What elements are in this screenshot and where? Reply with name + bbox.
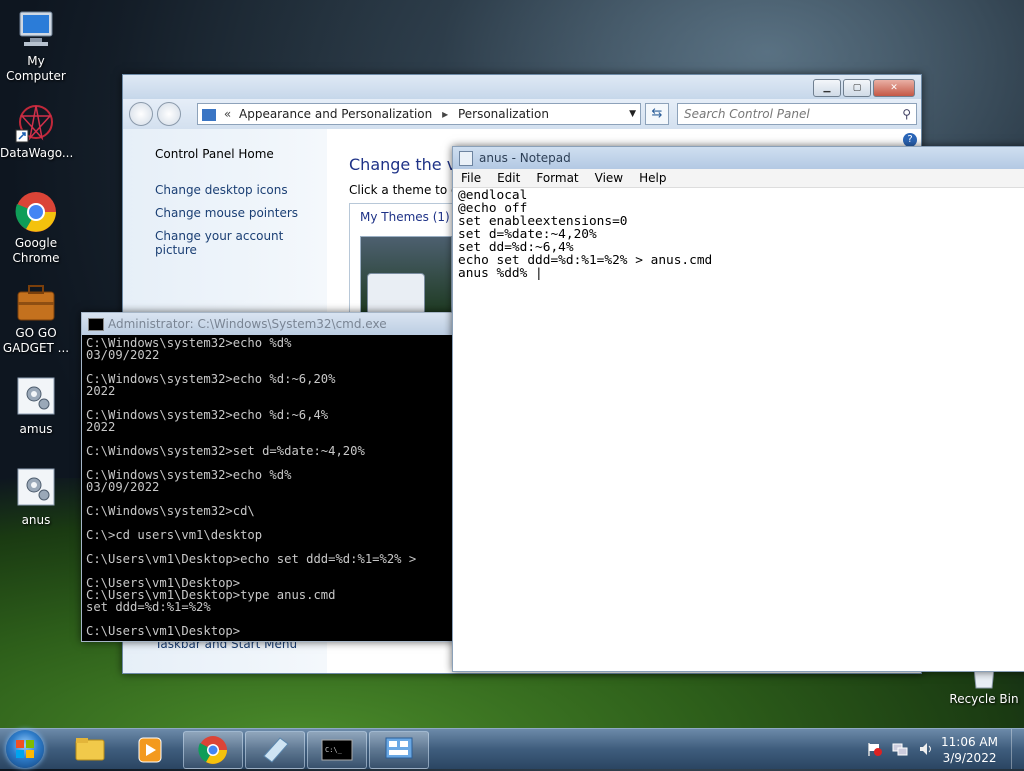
taskbar-media-player[interactable]	[120, 731, 180, 769]
menu-help[interactable]: Help	[631, 169, 674, 187]
desktop-icon-anus[interactable]: anus	[0, 467, 72, 528]
navigation-bar: « Appearance and Personalization ▸ Perso…	[123, 99, 921, 147]
desktop-icon-go-go-gadget[interactable]: GO GO GADGET ...	[0, 280, 72, 356]
taskbar-chrome[interactable]	[183, 731, 243, 769]
control-panel-icon	[385, 737, 413, 759]
forward-button[interactable]	[157, 102, 181, 126]
desktop-icon-label: DataWago...	[0, 146, 74, 160]
chrome-icon	[198, 736, 227, 764]
change-desktop-icons-link[interactable]: Change desktop icons	[155, 183, 288, 197]
minimize-button[interactable]: ▁	[813, 79, 841, 97]
notepad-icon	[263, 737, 289, 763]
action-center-flag-icon[interactable]	[866, 741, 882, 757]
control-panel-icon	[202, 108, 216, 121]
network-icon[interactable]	[892, 741, 908, 757]
menu-file[interactable]: File	[453, 169, 489, 187]
search-icon[interactable]: ⚲	[902, 104, 911, 124]
cmd-window[interactable]: Administrator: C:\Windows\System32\cmd.e…	[81, 312, 455, 642]
volume-icon[interactable]	[918, 741, 934, 757]
search-input[interactable]: Search Control Panel ⚲	[677, 103, 917, 125]
text-editor[interactable]: @endlocal @echo off set enableextensions…	[453, 188, 1024, 281]
desktop-icon-label: Recycle Bin	[949, 692, 1019, 706]
window-title: Administrator: C:\Windows\System32\cmd.e…	[108, 317, 387, 331]
window-titlebar[interactable]: anus - Notepad	[453, 147, 1024, 169]
start-button[interactable]	[6, 730, 44, 768]
window-title: anus - Notepad	[479, 151, 571, 165]
desktop-icon-amus[interactable]: amus	[0, 376, 72, 437]
console-output[interactable]: C:\Windows\system32>echo %d% 03/09/2022 …	[82, 335, 454, 643]
taskbar-notepad[interactable]	[245, 731, 305, 769]
desktop-icon-my-computer[interactable]: My Computer	[0, 8, 72, 84]
menu-edit[interactable]: Edit	[489, 169, 528, 187]
computer-icon	[14, 8, 58, 52]
menu-view[interactable]: View	[587, 169, 631, 187]
desktop-icon-label: anus	[21, 513, 51, 527]
search-placeholder: Search Control Panel	[684, 107, 810, 121]
address-bar[interactable]: « Appearance and Personalization ▸ Perso…	[197, 103, 641, 125]
themes-panel: My Themes (1)	[349, 203, 461, 315]
menu-format[interactable]: Format	[528, 169, 586, 187]
control-panel-home-link[interactable]: Control Panel Home	[155, 147, 274, 161]
close-button[interactable]: ✕	[873, 79, 915, 97]
change-account-picture-link[interactable]: Change your account picture	[155, 229, 327, 257]
datawago-icon	[14, 100, 58, 144]
desktop-icon-label: amus	[19, 422, 53, 436]
batch-file-gear-icon	[14, 467, 58, 511]
window-titlebar[interactable]: Administrator: C:\Windows\System32\cmd.e…	[82, 313, 454, 335]
taskbar-control-panel[interactable]	[369, 731, 429, 769]
desktop-icon-datawago[interactable]: DataWago...	[0, 100, 74, 161]
desktop-icon-label: Google Chrome	[12, 236, 60, 265]
refresh-icon[interactable]: ⇆	[645, 103, 669, 125]
page-subtitle: Click a theme to ch	[349, 183, 466, 197]
theme-thumbnail[interactable]	[360, 236, 452, 315]
my-themes-label: My Themes (1)	[360, 210, 450, 224]
notepad-icon	[459, 151, 473, 166]
breadcrumb-item[interactable]: Appearance and Personalization	[239, 107, 432, 121]
chrome-icon	[14, 190, 58, 234]
cmd-icon	[88, 318, 104, 331]
back-button[interactable]	[129, 102, 153, 126]
taskbar: C:\_ 11:06 AM 3/9/2022	[0, 728, 1024, 769]
taskbar-cmd[interactable]: C:\_	[307, 731, 367, 769]
desktop-icon-label: GO GO GADGET ...	[2, 326, 70, 355]
windows-logo-icon	[16, 740, 34, 758]
page-title: Change the vis	[349, 155, 469, 174]
chevron-down-icon[interactable]: ▼	[629, 104, 636, 124]
desktop-icon-google-chrome[interactable]: Google Chrome	[0, 190, 72, 266]
cmd-icon: C:\_	[321, 739, 353, 761]
clock[interactable]: 11:06 AM 3/9/2022	[941, 734, 998, 766]
desktop-icon-label: My Computer	[6, 54, 66, 83]
svg-text:C:\_: C:\_	[325, 746, 343, 754]
clock-date: 3/9/2022	[942, 751, 997, 765]
media-player-icon	[138, 737, 162, 763]
show-desktop-button[interactable]	[1011, 729, 1024, 769]
folder-icon	[75, 738, 105, 761]
notepad-window[interactable]: anus - Notepad File Edit Format View Hel…	[452, 146, 1024, 672]
maximize-button[interactable]: ▢	[843, 79, 871, 97]
help-icon[interactable]: ?	[903, 133, 917, 147]
window-titlebar[interactable]: ▁ ▢ ✕	[123, 75, 921, 99]
briefcase-icon	[14, 280, 58, 324]
breadcrumb-item[interactable]: Personalization	[458, 107, 549, 121]
menu-bar: File Edit Format View Help	[453, 169, 1024, 188]
batch-file-gear-icon	[14, 376, 58, 420]
clock-time: 11:06 AM	[941, 735, 998, 749]
change-mouse-pointers-link[interactable]: Change mouse pointers	[155, 206, 298, 220]
taskbar-explorer[interactable]	[60, 731, 120, 769]
